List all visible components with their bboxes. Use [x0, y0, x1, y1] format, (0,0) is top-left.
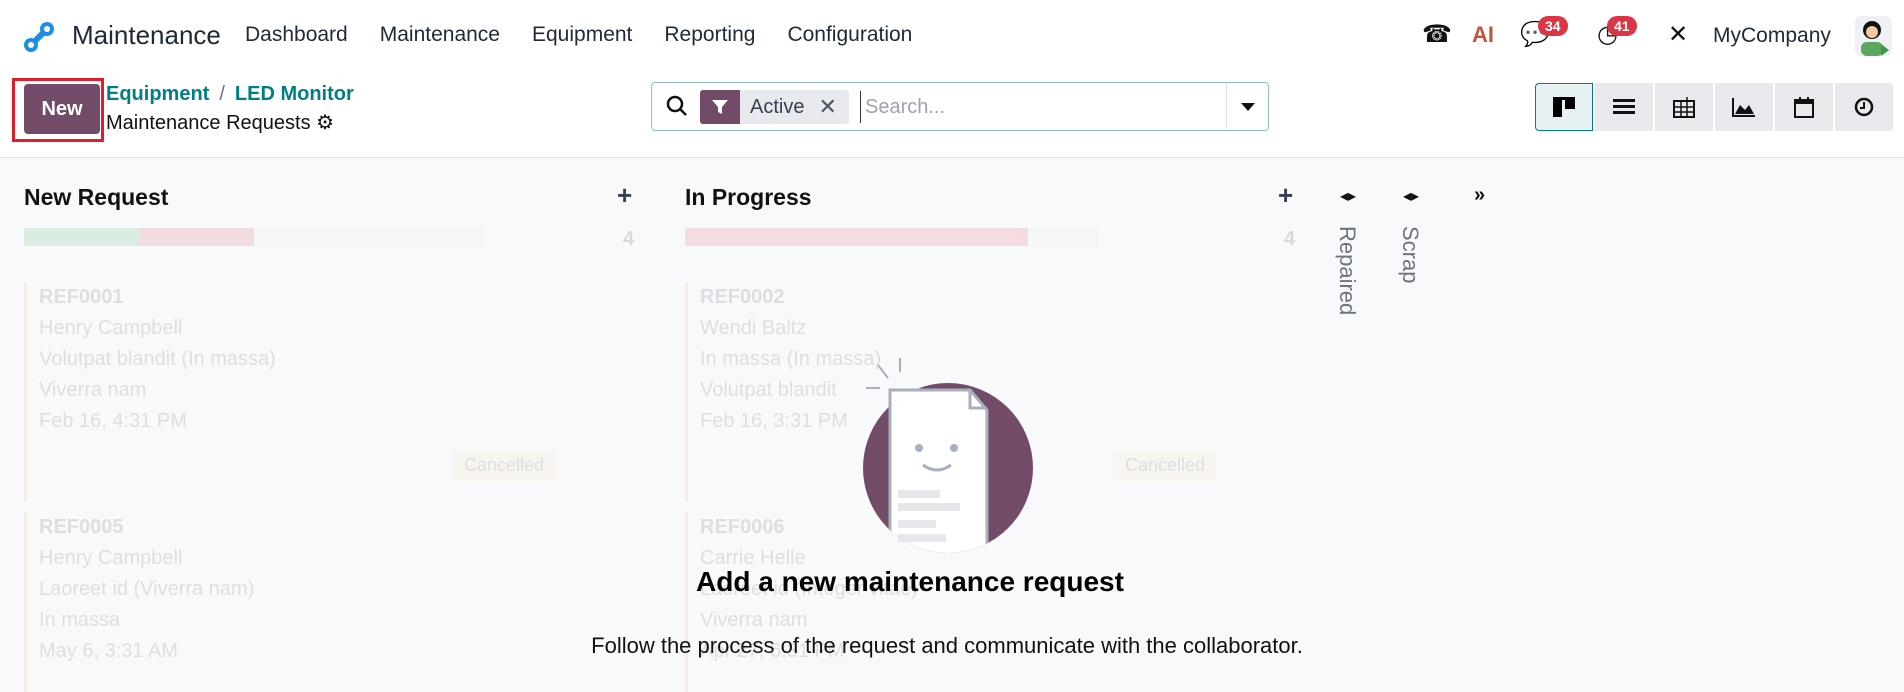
- folded-column-repaired[interactable]: Repaired: [1334, 226, 1360, 315]
- activities-badge: 41: [1607, 16, 1637, 36]
- progress-green[interactable]: [24, 228, 139, 246]
- app-name[interactable]: Maintenance: [72, 20, 221, 51]
- search-input[interactable]: [860, 91, 1200, 123]
- main-menu: Dashboard Maintenance Equipment Reportin…: [245, 23, 912, 47]
- column-title-in-progress: In Progress: [685, 184, 812, 210]
- unfold-column-icon[interactable]: ◂▸: [1403, 186, 1419, 206]
- gear-icon[interactable]: ⚙: [316, 112, 334, 134]
- filter-facet: Active ✕: [700, 90, 849, 124]
- calendar-view-button[interactable]: [1775, 83, 1833, 131]
- caret-down-icon: [1240, 102, 1255, 111]
- control-panel: New Equipment / LED Monitor Maintenance Re…: [0, 73, 1904, 158]
- list-view-button[interactable]: [1595, 83, 1653, 131]
- search-icon: [666, 95, 687, 116]
- calendar-icon: [1794, 97, 1814, 118]
- kanban-card[interactable]: REF0001 Henry Campbell Volutpat blandit …: [24, 282, 624, 502]
- breadcrumb-equipment[interactable]: Equipment: [106, 83, 209, 105]
- card-ref: REF0005: [39, 516, 124, 538]
- clock-icon: [1854, 97, 1874, 117]
- card-user: Henry Campbell: [39, 547, 183, 569]
- filter-icon: [700, 90, 740, 124]
- card-user: Wendi Baltz: [700, 317, 807, 339]
- card-ref: REF0002: [700, 286, 785, 308]
- card-category: Viverra nam: [700, 609, 808, 631]
- status-badge: Cancelled: [1113, 450, 1218, 481]
- menu-equipment[interactable]: Equipment: [532, 23, 632, 47]
- helper-title: Add a new maintenance request: [696, 566, 1124, 597]
- progress-red[interactable]: [139, 228, 254, 246]
- card-user: Henry Campbell: [39, 317, 183, 339]
- area-chart-icon: [1732, 98, 1755, 117]
- expand-all-icon[interactable]: »: [1474, 184, 1485, 207]
- debug-tools-icon[interactable]: ✕: [1668, 20, 1688, 49]
- search-options-toggle[interactable]: [1226, 83, 1268, 130]
- app-logo-icon[interactable]: [22, 20, 56, 54]
- menu-reporting[interactable]: Reporting: [664, 23, 755, 47]
- card-equipment: Laoreet id (Viverra nam): [39, 578, 255, 600]
- card-ref: REF0001: [39, 286, 124, 308]
- card-category: In massa: [39, 609, 121, 631]
- unfold-column-icon[interactable]: ◂▸: [1340, 186, 1356, 206]
- breadcrumb-led-monitor[interactable]: LED Monitor: [235, 83, 354, 105]
- kanban-card[interactable]: REF0005 Henry Campbell Laoreet id (Viver…: [24, 512, 624, 692]
- progress-grey[interactable]: [1028, 228, 1098, 246]
- empty-document-illustration: [863, 358, 1033, 553]
- page-title-text: Maintenance Requests: [106, 112, 311, 134]
- folded-column-scrap[interactable]: Scrap: [1397, 226, 1423, 283]
- search-bar: Active ✕: [651, 82, 1269, 131]
- add-to-column-icon[interactable]: +: [1278, 180, 1293, 211]
- breadcrumb: Equipment / LED Monitor: [106, 83, 354, 106]
- user-avatar[interactable]: [1855, 16, 1892, 56]
- ai-icon[interactable]: AI: [1472, 22, 1494, 48]
- column-title-new-request: New Request: [24, 184, 169, 210]
- messages-badge: 34: [1538, 16, 1568, 36]
- menu-maintenance[interactable]: Maintenance: [380, 23, 500, 47]
- page-title: Maintenance Requests ⚙: [106, 110, 334, 135]
- progress-red[interactable]: [685, 228, 1028, 246]
- pivot-view-button[interactable]: [1655, 83, 1713, 131]
- top-navbar: Maintenance Dashboard Maintenance Equipm…: [0, 0, 1904, 73]
- new-button[interactable]: New: [24, 84, 100, 134]
- menu-dashboard[interactable]: Dashboard: [245, 23, 348, 47]
- view-switcher: [1535, 83, 1893, 131]
- menu-configuration[interactable]: Configuration: [787, 23, 912, 47]
- activity-view-button[interactable]: [1835, 83, 1893, 131]
- pivot-table-icon: [1673, 97, 1695, 118]
- helper-subtitle: Follow the process of the request and co…: [591, 633, 1303, 658]
- column-count: 4: [623, 228, 635, 250]
- progress-grey[interactable]: [254, 228, 484, 246]
- remove-facet-icon[interactable]: ✕: [814, 90, 848, 124]
- phone-icon[interactable]: ☎: [1422, 20, 1452, 49]
- graph-view-button[interactable]: [1715, 83, 1773, 131]
- kanban-view-button[interactable]: [1535, 83, 1593, 131]
- kanban-icon: [1553, 97, 1575, 117]
- breadcrumb-separator: /: [219, 83, 225, 105]
- card-date: Feb 16, 4:31 PM: [39, 410, 187, 432]
- add-to-column-icon[interactable]: +: [617, 180, 632, 211]
- list-icon: [1613, 99, 1635, 114]
- company-switcher[interactable]: MyCompany: [1713, 24, 1831, 48]
- status-badge: Cancelled: [452, 450, 557, 481]
- column-count: 4: [1284, 228, 1296, 250]
- facet-label: Active: [750, 96, 805, 118]
- card-equipment: Volutpat blandit (In massa): [39, 348, 276, 370]
- card-category: Viverra nam: [39, 379, 147, 401]
